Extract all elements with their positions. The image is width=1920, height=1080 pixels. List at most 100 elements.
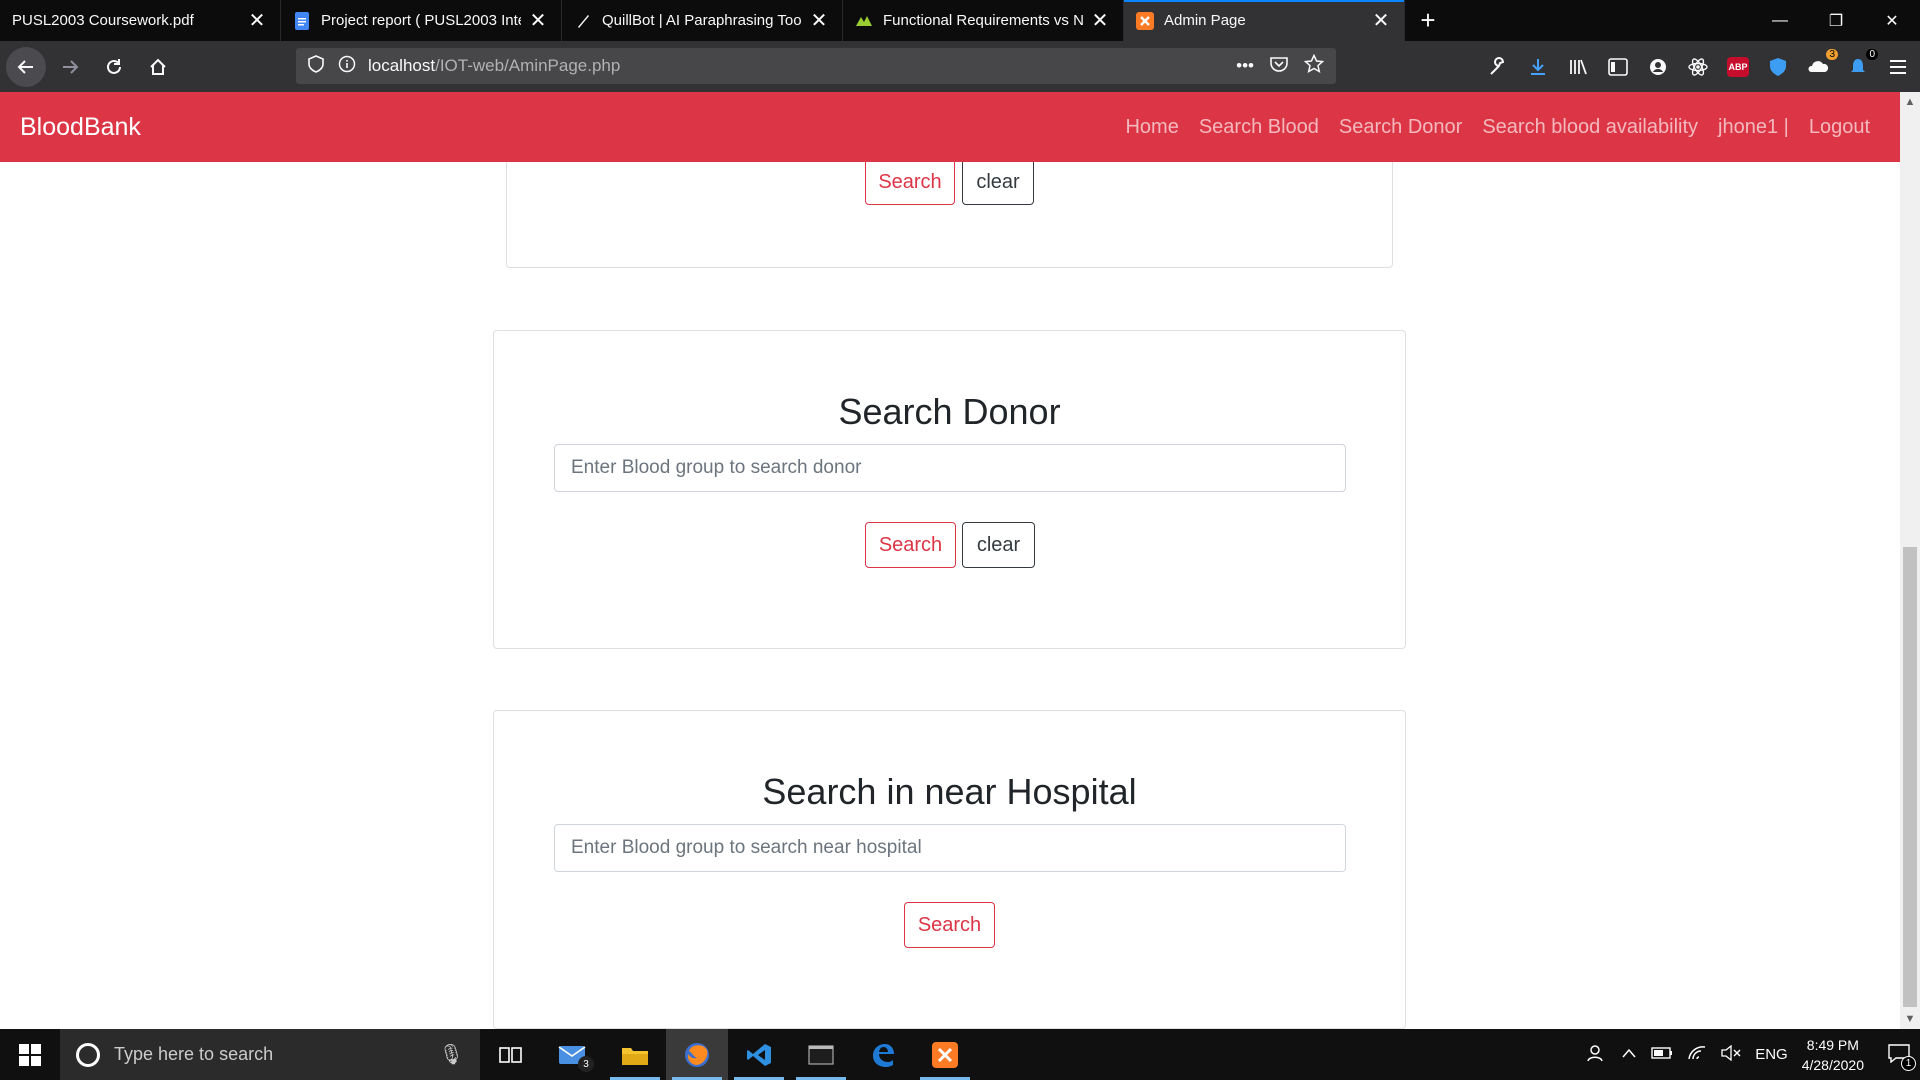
windows-start-icon[interactable] bbox=[0, 1029, 60, 1080]
close-icon[interactable]: ✕ bbox=[246, 10, 268, 32]
weather-icon[interactable]: 3 bbox=[1806, 48, 1838, 79]
search-blood-button[interactable]: Search bbox=[865, 159, 955, 205]
donor-blood-group-input[interactable] bbox=[554, 444, 1346, 492]
download-icon[interactable] bbox=[1526, 55, 1550, 79]
tab-coursework-pdf[interactable]: PUSL2003 Coursework.pdf ✕ bbox=[0, 0, 281, 41]
nav-search-donor[interactable]: Search Donor bbox=[1339, 116, 1462, 139]
clock-date: 4/28/2020 bbox=[1801, 1056, 1864, 1073]
language-indicator[interactable]: ENG bbox=[1755, 1046, 1788, 1063]
notify-badge: 0 bbox=[1866, 48, 1878, 60]
vscode-icon[interactable] bbox=[728, 1029, 790, 1080]
system-clock[interactable]: 8:49 PM 4/28/2020 bbox=[1802, 1035, 1864, 1075]
action-center-icon[interactable]: 1 bbox=[1888, 1043, 1916, 1071]
home-icon[interactable] bbox=[138, 47, 178, 87]
nav-username[interactable]: jhone1 | bbox=[1718, 116, 1789, 139]
close-icon[interactable]: ✕ bbox=[808, 10, 830, 32]
tab-quillbot[interactable]: QuillBot | AI Paraphrasing Tool ✕ bbox=[562, 0, 843, 41]
search-donor-title: Search Donor bbox=[838, 391, 1061, 432]
restore-icon[interactable]: ❐ bbox=[1808, 0, 1864, 41]
taskbar-search-box[interactable]: Type here to search 🎙 bbox=[60, 1029, 480, 1080]
site-navbar: BloodBank Home Search Blood Search Donor… bbox=[0, 92, 1900, 162]
tab-project-report[interactable]: Project report ( PUSL2003 Integ ✕ bbox=[281, 0, 562, 41]
cortana-icon bbox=[76, 1042, 100, 1067]
docs-icon bbox=[293, 11, 311, 30]
scrollbar-thumb[interactable] bbox=[1903, 547, 1917, 1007]
account-icon[interactable] bbox=[1646, 55, 1670, 79]
close-icon[interactable]: ✕ bbox=[1370, 10, 1392, 32]
clear-blood-button[interactable]: clear bbox=[962, 159, 1034, 205]
weather-badge: 3 bbox=[1826, 48, 1838, 60]
taskbar-search-placeholder: Type here to search bbox=[114, 1044, 274, 1064]
search-hospital-card: Search in near Hospital Search bbox=[493, 710, 1406, 1029]
hamburger-menu-icon[interactable] bbox=[1886, 55, 1910, 79]
page-actions-icon[interactable]: ••• bbox=[1236, 56, 1254, 76]
clear-donor-button[interactable]: clear bbox=[962, 522, 1035, 568]
browser-tab-bar: PUSL2003 Coursework.pdf ✕ Project report… bbox=[0, 0, 1920, 41]
tab-admin-page[interactable]: Admin Page ✕ bbox=[1124, 0, 1405, 41]
quillbot-icon bbox=[574, 12, 592, 30]
clock-time: 8:49 PM bbox=[1806, 1036, 1859, 1053]
back-icon[interactable] bbox=[6, 46, 46, 87]
wifi-icon[interactable] bbox=[1687, 1045, 1707, 1065]
site-info-icon[interactable] bbox=[338, 55, 356, 78]
nav-logout[interactable]: Logout bbox=[1809, 116, 1870, 139]
chevron-up-icon[interactable] bbox=[1621, 1046, 1637, 1063]
tracking-shield-icon[interactable] bbox=[308, 54, 324, 78]
pocket-icon[interactable] bbox=[1270, 56, 1288, 77]
task-view-icon[interactable] bbox=[480, 1029, 542, 1080]
terminal-icon[interactable] bbox=[790, 1029, 852, 1080]
people-icon[interactable] bbox=[1587, 1043, 1607, 1067]
tab-title: QuillBot | AI Paraphrasing Tool bbox=[602, 12, 802, 29]
site-brand[interactable]: BloodBank bbox=[20, 113, 141, 142]
adblock-label: ABP bbox=[1727, 56, 1749, 77]
page-scrollbar[interactable]: ▲ ▼ bbox=[1900, 92, 1920, 1029]
minimize-icon[interactable]: — bbox=[1752, 0, 1808, 41]
tab-title: PUSL2003 Coursework.pdf bbox=[12, 12, 194, 29]
search-hospital-title: Search in near Hospital bbox=[762, 771, 1137, 812]
site-icon bbox=[855, 12, 873, 30]
nav-search-availability[interactable]: Search blood availability bbox=[1482, 116, 1698, 139]
library-icon[interactable] bbox=[1566, 55, 1590, 79]
address-bar[interactable]: localhost/IOT-web/AminPage.php ••• bbox=[296, 48, 1336, 84]
search-hospital-button[interactable]: Search bbox=[904, 902, 995, 948]
adblock-icon[interactable]: ABP bbox=[1726, 55, 1750, 79]
file-explorer-icon[interactable] bbox=[604, 1029, 666, 1080]
scroll-up-icon[interactable]: ▲ bbox=[1900, 92, 1920, 112]
xampp-icon bbox=[1136, 11, 1154, 30]
search-donor-card: Search Donor Search clear bbox=[493, 330, 1406, 649]
notification-count-badge: 1 bbox=[1901, 1055, 1916, 1071]
tab-functional-requirements[interactable]: Functional Requirements vs No ✕ bbox=[843, 0, 1124, 41]
react-devtools-icon[interactable] bbox=[1686, 55, 1710, 79]
new-tab-button[interactable]: + bbox=[1405, 0, 1451, 41]
nav-search-blood[interactable]: Search Blood bbox=[1199, 116, 1319, 139]
browser-toolbar: localhost/IOT-web/AminPage.php ••• ABP 3… bbox=[0, 41, 1920, 92]
forward-icon[interactable] bbox=[50, 47, 90, 87]
windows-taskbar: Type here to search 🎙 3 ENG 8:49 PM 4/28… bbox=[0, 1029, 1920, 1080]
microphone-icon[interactable]: 🎙 bbox=[439, 1042, 464, 1067]
hospital-blood-group-input[interactable] bbox=[554, 824, 1346, 872]
vpn-shield-icon[interactable] bbox=[1766, 55, 1790, 79]
mail-app-icon[interactable]: 3 bbox=[542, 1029, 604, 1080]
xampp-taskbar-icon[interactable] bbox=[914, 1029, 976, 1080]
nav-home[interactable]: Home bbox=[1125, 116, 1178, 139]
tab-title: Admin Page bbox=[1164, 12, 1246, 29]
close-icon[interactable]: ✕ bbox=[527, 10, 549, 32]
search-donor-button[interactable]: Search bbox=[865, 522, 956, 568]
toolbar-icons: ABP 3 0 bbox=[1486, 41, 1910, 92]
firefox-taskbar-icon[interactable] bbox=[666, 1029, 728, 1080]
mail-badge: 3 bbox=[578, 1056, 594, 1072]
scroll-down-icon[interactable]: ▼ bbox=[1900, 1009, 1920, 1029]
close-window-icon[interactable]: ✕ bbox=[1864, 0, 1920, 41]
edge-icon[interactable] bbox=[852, 1029, 914, 1080]
battery-icon[interactable] bbox=[1651, 1046, 1673, 1064]
page-viewport: Search clear BloodBank Home Search Blood… bbox=[0, 92, 1920, 1029]
sidebar-icon[interactable] bbox=[1606, 55, 1630, 79]
url-path: /IOT-web/AminPage.php bbox=[435, 56, 621, 75]
volume-muted-icon[interactable] bbox=[1721, 1044, 1741, 1065]
close-icon[interactable]: ✕ bbox=[1089, 10, 1111, 32]
notification-bell-icon[interactable]: 0 bbox=[1846, 48, 1878, 79]
desktop: PUSL2003 Coursework.pdf ✕ Project report… bbox=[0, 0, 1920, 1080]
wrench-icon[interactable] bbox=[1486, 55, 1510, 79]
bookmark-star-icon[interactable] bbox=[1303, 53, 1325, 79]
reload-icon[interactable] bbox=[94, 47, 134, 87]
